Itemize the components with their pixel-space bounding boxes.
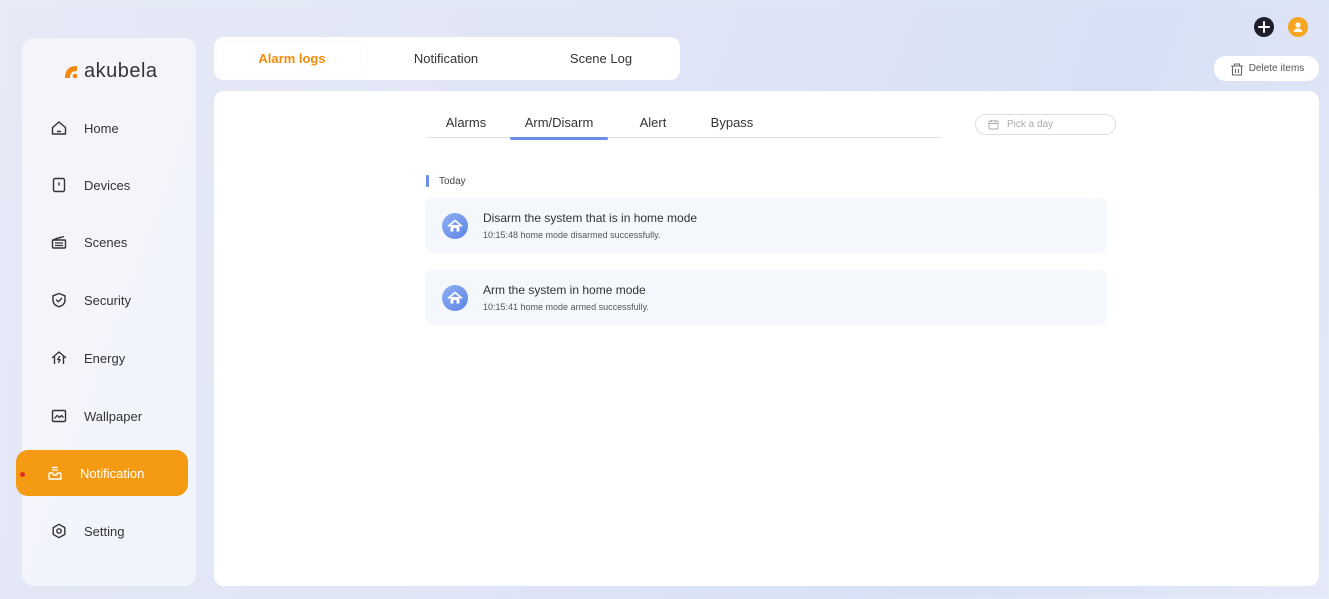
tab-notification[interactable]: Notification: [366, 41, 526, 76]
sidebar-item-devices[interactable]: Devices: [30, 162, 186, 208]
sidebar-item-wallpaper[interactable]: Wallpaper: [30, 393, 186, 439]
list-item[interactable]: Disarm the system that is in home mode 1…: [425, 198, 1107, 253]
add-icon[interactable]: [1254, 17, 1274, 37]
subtab-alert[interactable]: Alert: [624, 115, 682, 137]
notification-icon: [48, 466, 62, 480]
tab-scene-log[interactable]: Scene Log: [526, 41, 676, 76]
shield-icon: [52, 292, 66, 308]
scenes-icon: [51, 235, 67, 249]
main-panel: Alarms Arm/Disarm Alert Bypass Pick a da…: [214, 91, 1319, 586]
sidebar-item-energy[interactable]: Energy: [30, 335, 186, 381]
brand-logo[interactable]: akubela: [62, 60, 158, 83]
home-mode-icon: [442, 284, 468, 311]
sidebar-item-home[interactable]: Home: [30, 105, 186, 151]
section-today: Today: [426, 175, 466, 187]
delete-icon: [1230, 62, 1243, 76]
log-detail: 10:15:41 home mode armed successfully.: [483, 302, 649, 312]
subtab-bypass[interactable]: Bypass: [702, 115, 762, 137]
subtab-bar: Alarms Arm/Disarm Alert Bypass: [426, 115, 942, 140]
app-window: akubela Home Devices Scenes Security Ene…: [8, 8, 1328, 596]
tab-alarm-logs[interactable]: Alarm logs: [218, 41, 366, 76]
date-picker[interactable]: Pick a day: [975, 114, 1116, 135]
devices-icon: [52, 177, 66, 193]
sidebar-item-security[interactable]: Security: [30, 277, 186, 323]
sidebar-item-label: Devices: [84, 177, 131, 193]
setting-icon: [52, 523, 66, 539]
sidebar-item-scenes[interactable]: Scenes: [30, 219, 186, 265]
section-marker: [426, 175, 429, 187]
wallpaper-icon: [51, 409, 67, 423]
sidebar-item-setting[interactable]: Setting: [30, 508, 186, 554]
brand-name: akubela: [84, 60, 158, 82]
delete-items-button[interactable]: Delete items: [1214, 56, 1319, 81]
sidebar-item-label: Home: [84, 120, 119, 136]
log-title: Arm the system in home mode: [483, 283, 646, 297]
home-mode-icon: [442, 212, 468, 239]
akubela-logo-icon: [65, 65, 78, 78]
top-tabbar: Alarm logs Notification Scene Log: [214, 37, 680, 80]
avatar[interactable]: [1288, 17, 1308, 37]
top-right-actions: [1254, 17, 1308, 37]
sidebar-item-label: Scenes: [84, 234, 128, 250]
log-title: Disarm the system that is in home mode: [483, 211, 698, 225]
subtab-arm-disarm[interactable]: Arm/Disarm: [510, 115, 608, 140]
delete-items-label: Delete items: [1248, 63, 1305, 74]
date-picker-placeholder: Pick a day: [1007, 119, 1054, 130]
unread-dot: [20, 472, 25, 477]
sidebar-item-notification[interactable]: Notification: [16, 450, 188, 496]
sidebar-item-label: Energy: [84, 350, 126, 366]
section-title: Today: [439, 175, 466, 187]
sidebar-item-label: Notification: [80, 465, 145, 481]
sidebar-item-label: Setting: [84, 523, 125, 539]
home-icon: [51, 121, 67, 135]
subtab-alarms[interactable]: Alarms: [426, 115, 506, 137]
sidebar-item-label: Wallpaper: [84, 408, 143, 424]
energy-icon: [51, 351, 67, 364]
log-detail: 10:15:48 home mode disarmed successfully…: [483, 230, 661, 240]
calendar-icon: [988, 120, 999, 130]
sidebar-item-label: Security: [84, 292, 131, 308]
list-item[interactable]: Arm the system in home mode 10:15:41 hom…: [425, 270, 1107, 325]
sidebar: akubela Home Devices Scenes Security Ene…: [16, 38, 196, 586]
